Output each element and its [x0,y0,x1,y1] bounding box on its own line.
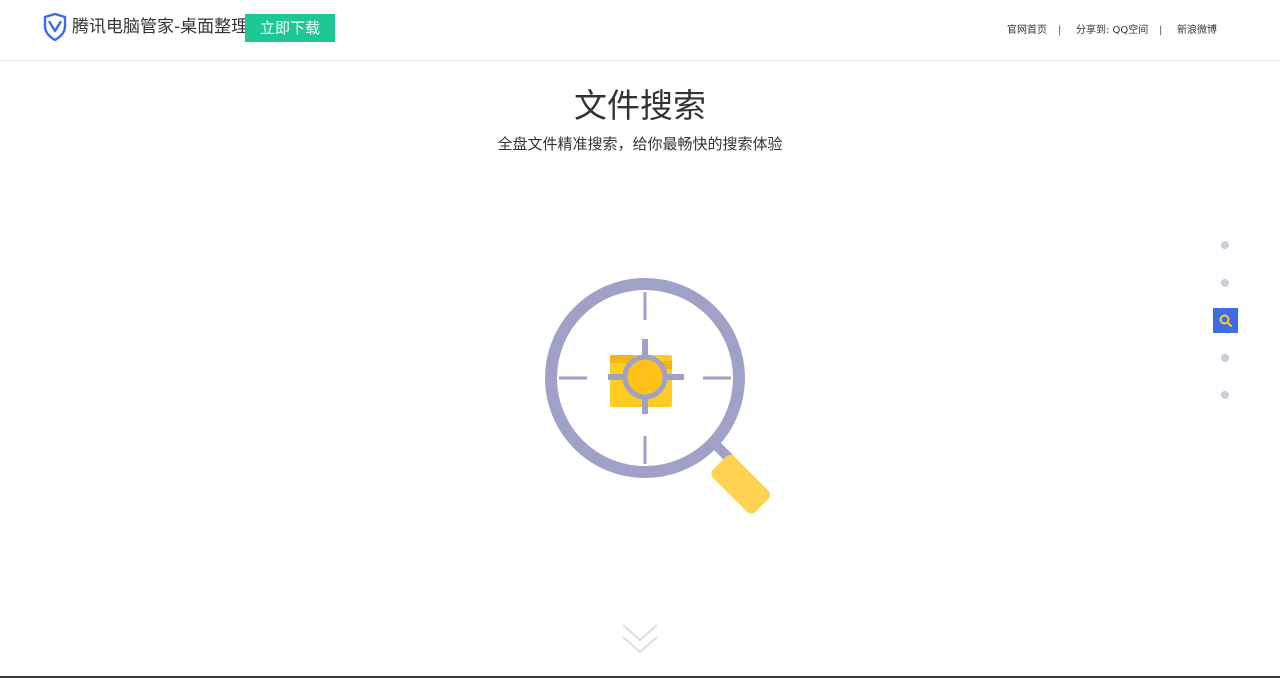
page-subtitle: 全盘文件精准搜索，给你最畅快的搜索体验 [497,135,783,153]
side-nav-dot-4[interactable] [1221,354,1229,362]
side-nav-active-search[interactable] [1213,308,1238,333]
double-chevron-down-icon[interactable] [620,620,660,660]
section-side-nav [1212,232,1238,408]
nav-home-link[interactable]: 官网首页 [1007,24,1047,38]
nav-weibo-link[interactable]: 新浪微博 [1177,24,1217,38]
download-button[interactable]: 立即下载 [245,14,335,42]
page-title: 文件搜索 [574,86,706,125]
brand-title: 腾讯电脑管家-桌面整理 [72,17,249,37]
nav-separator: | [1159,25,1163,36]
search-icon [1219,314,1232,327]
side-nav-dot-5[interactable] [1221,391,1229,399]
magnifier-folder-illustration [545,278,771,514]
nav-share-qzone-link[interactable]: 分享到: QQ空间 [1076,24,1148,38]
tencent-shield-logo-icon[interactable] [42,13,68,41]
nav-separator: | [1058,25,1062,36]
side-nav-dot-1[interactable] [1221,241,1229,249]
top-header: 腾讯电脑管家-桌面整理 立即下载 官网首页 | 分享到: QQ空间 | 新浪微博 [0,0,1280,61]
side-nav-dot-2[interactable] [1221,279,1229,287]
